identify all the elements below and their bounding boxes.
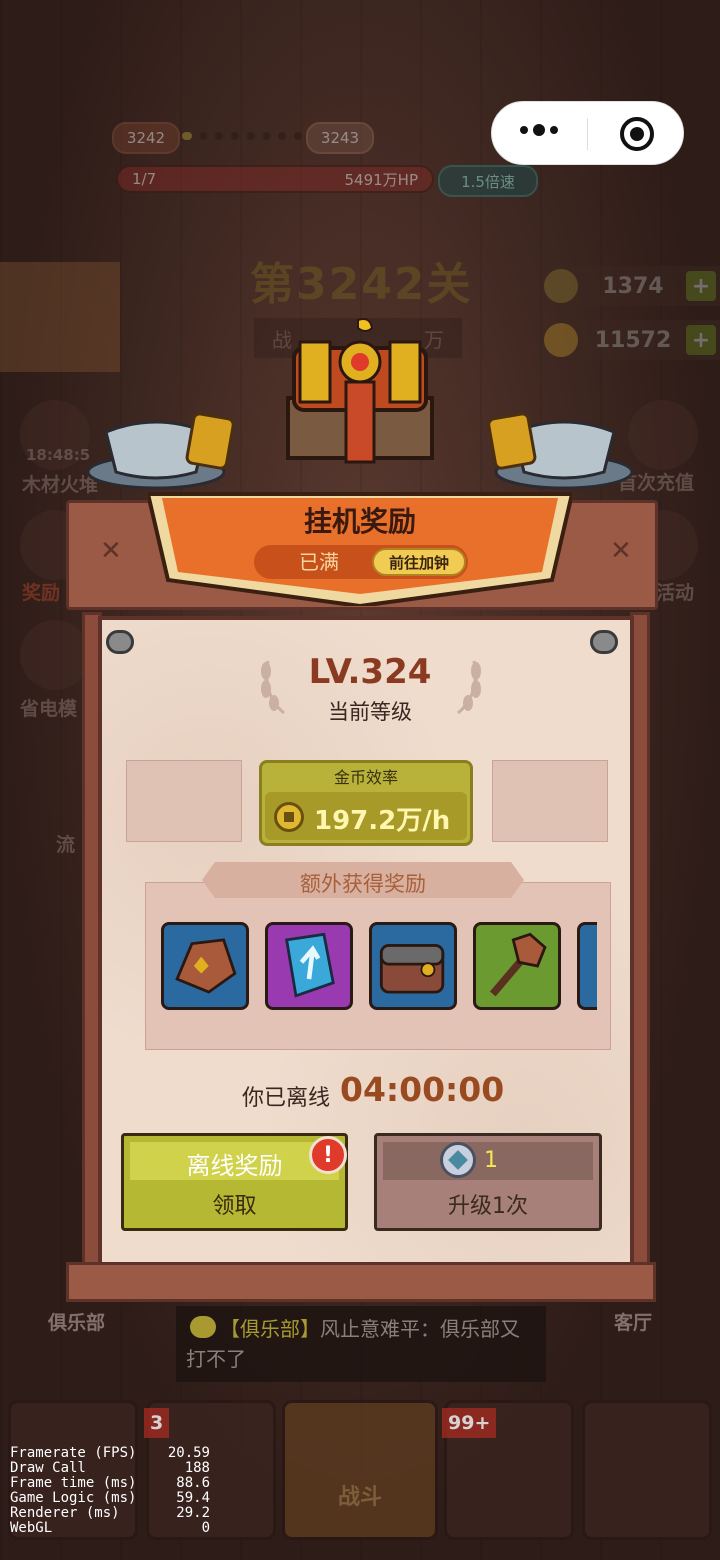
lobby-label[interactable]: 客厅 bbox=[614, 1308, 652, 1335]
menu-flag[interactable] bbox=[0, 262, 120, 372]
frame-x-left-icon: ✕ bbox=[100, 536, 122, 566]
bone-currency: 11572 + bbox=[544, 320, 720, 360]
claim-label: 领取 bbox=[212, 1194, 257, 1219]
locked-slot-left bbox=[126, 760, 242, 842]
nav-badge-right: 99+ bbox=[442, 1408, 497, 1438]
more-menu-icon[interactable] bbox=[520, 124, 558, 136]
nav-badge-left: 3 bbox=[144, 1408, 170, 1438]
close-miniprogram-icon[interactable] bbox=[620, 117, 654, 151]
debug-row: Game Logic (ms) 59.4 bbox=[10, 1490, 210, 1506]
upgrade-token-count: 1 bbox=[484, 1148, 498, 1173]
debug-row: Framerate (FPS) 20.59 bbox=[10, 1445, 210, 1461]
chat-message: 【俱乐部】风止意难平：俱乐部又打不了 bbox=[186, 1317, 520, 1371]
upgrade-token-icon bbox=[440, 1142, 476, 1178]
gold-currency: 1374 + bbox=[544, 266, 720, 306]
gold-coin-icon bbox=[544, 269, 578, 303]
rune-stone-icon[interactable] bbox=[265, 922, 353, 1010]
debug-row: Frame time (ms) 88.6 bbox=[10, 1475, 210, 1491]
gold-coin-icon bbox=[274, 802, 304, 832]
debug-row: WebGL 0 bbox=[10, 1520, 210, 1536]
battery-saver-icon[interactable] bbox=[20, 620, 90, 690]
debug-row: Draw Call 188 bbox=[10, 1460, 210, 1476]
club-label[interactable]: 俱乐部 bbox=[48, 1308, 105, 1335]
first-recharge-icon[interactable] bbox=[628, 400, 698, 470]
add-time-button[interactable]: 前往加钟 bbox=[372, 548, 466, 576]
debug-stats: Framerate (FPS) 20.59 Draw Call 188 Frame … bbox=[10, 1446, 210, 1536]
laurel-right-icon bbox=[457, 660, 481, 715]
next-level-badge: 3243 bbox=[306, 122, 374, 154]
pin-right-icon bbox=[590, 630, 618, 654]
upgrade-label: 升级1次 bbox=[448, 1194, 528, 1219]
laurel-left-icon bbox=[261, 660, 285, 715]
treasure-chest-icon bbox=[286, 318, 434, 464]
pin-left-icon bbox=[106, 630, 134, 654]
extra-rewards-title: 额外获得奖励 bbox=[300, 872, 426, 896]
offline-timer: 04:00:00 bbox=[340, 1070, 505, 1109]
nav-battle[interactable]: 战斗 bbox=[282, 1400, 438, 1540]
partial-item-icon[interactable] bbox=[577, 922, 597, 1010]
gold-rate-value: 197.2万/h bbox=[314, 806, 451, 836]
frame-x-right-icon: ✕ bbox=[610, 536, 632, 566]
wave-counter: 1/7 bbox=[132, 170, 157, 188]
nav-slot-5[interactable] bbox=[582, 1400, 712, 1540]
hp-value: 5491万HP bbox=[344, 170, 419, 189]
power-save-label: 省电模 bbox=[20, 698, 78, 720]
event-label: 活动 bbox=[656, 582, 695, 604]
flow-label: 流 bbox=[56, 834, 76, 856]
torch-icon[interactable] bbox=[473, 922, 561, 1010]
stage-title: 第3242关 bbox=[250, 259, 473, 310]
full-status: 已满 bbox=[299, 550, 339, 574]
miniprogram-capsule bbox=[491, 101, 684, 165]
modal-title: 挂机奖励 bbox=[303, 505, 416, 538]
teacup-left-icon bbox=[86, 412, 235, 490]
gold-rate-label: 金币效率 bbox=[333, 768, 398, 787]
current-level-badge: 3242 bbox=[112, 122, 180, 154]
teacup-right-icon bbox=[487, 412, 634, 490]
player-level-label: 当前等级 bbox=[328, 700, 412, 724]
alert-icon: ! bbox=[309, 1136, 347, 1174]
treasure-chest-icon[interactable] bbox=[369, 922, 457, 1010]
nav-battle-label: 战斗 bbox=[337, 1485, 382, 1510]
offline-label: 你已离线 bbox=[242, 1086, 331, 1111]
bone-icon bbox=[544, 323, 578, 357]
boss-hp-bar: 1/7 5491万HP bbox=[116, 165, 434, 193]
debug-row: Renderer (ms) 29.2 bbox=[10, 1505, 210, 1521]
ore-icon[interactable] bbox=[161, 922, 249, 1010]
campfire-timer: 18:48:5 bbox=[26, 446, 91, 464]
locked-slot-right bbox=[492, 760, 608, 842]
modal-bottom-plank bbox=[66, 1262, 656, 1302]
player-level: LV.324 bbox=[308, 652, 432, 692]
capsule-divider bbox=[587, 118, 588, 150]
reward-label: 奖励 bbox=[22, 582, 61, 604]
level-progress-dots bbox=[182, 132, 302, 140]
speed-button[interactable]: 1.5倍速 bbox=[438, 165, 538, 197]
add-bone-button[interactable]: + bbox=[686, 325, 716, 355]
add-gold-button[interactable]: + bbox=[686, 271, 716, 301]
